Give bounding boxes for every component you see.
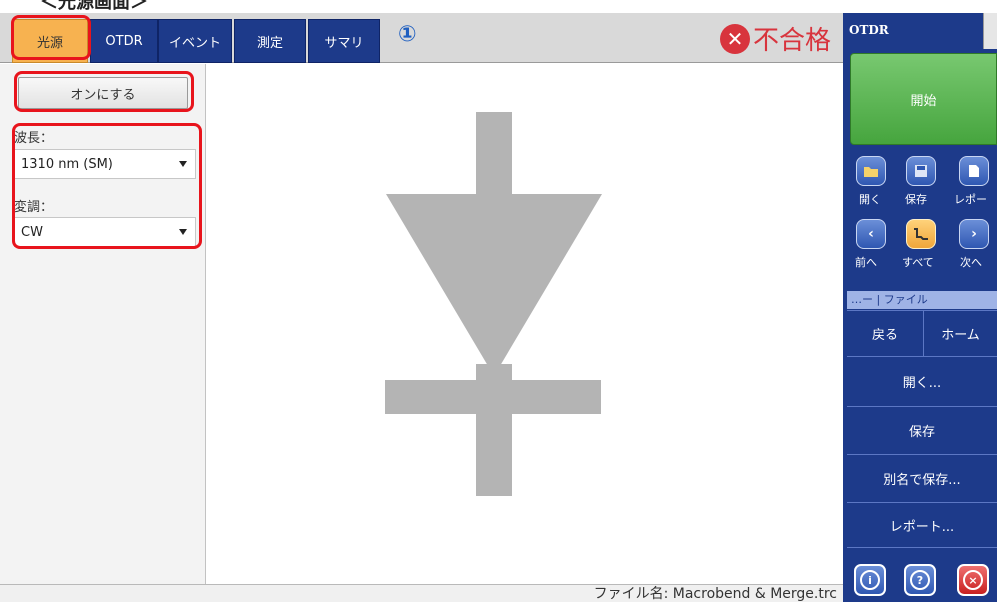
tab-bar: 光源 OTDR イベント 測定 サマリ ✕ 不合格 xyxy=(0,13,843,63)
report-button[interactable]: レポート... xyxy=(847,502,997,548)
wavelength-select[interactable]: 1310 nm (SM) xyxy=(14,149,196,179)
close-icon: × xyxy=(963,570,983,590)
next-label: 次へ xyxy=(960,256,982,269)
tab-summary[interactable]: サマリ xyxy=(308,19,380,63)
help-button[interactable]: ? xyxy=(904,564,936,596)
file-section-header: …ー | ファイル xyxy=(847,291,997,309)
help-icon: ? xyxy=(910,570,930,590)
modulation-label: 変調： xyxy=(14,200,54,215)
sidebar-title: OTDR xyxy=(849,23,889,37)
result-status-text: 不合格 xyxy=(752,26,831,56)
open-file-button[interactable]: 開く... xyxy=(847,356,997,406)
result-status: ✕ 不合格 xyxy=(719,20,831,57)
info-icon: i xyxy=(860,570,880,590)
screen-caption: ＜光源画面＞ xyxy=(40,0,148,13)
fail-x-icon: ✕ xyxy=(719,23,750,54)
all-traces-icon[interactable] xyxy=(906,219,936,249)
start-button[interactable]: 開始 xyxy=(850,53,997,145)
save-file-button[interactable]: 保存 xyxy=(847,406,997,454)
turn-on-button[interactable]: オンにする xyxy=(18,77,188,109)
home-button[interactable]: ホーム xyxy=(924,310,997,356)
tab-measure[interactable]: 測定 xyxy=(234,19,306,63)
open-folder-icon[interactable] xyxy=(856,156,886,186)
tab-light-source[interactable]: 光源 xyxy=(12,19,88,63)
sidebar-corner-icon xyxy=(983,13,997,49)
tab-otdr[interactable]: OTDR xyxy=(90,19,158,63)
modulation-value: CW xyxy=(21,224,43,240)
wavelength-label: 波長： xyxy=(14,131,54,146)
report-short-label: レポー xyxy=(954,193,987,206)
tab-events[interactable]: イベント xyxy=(158,19,232,63)
file-name-text: ファイル名: Macrobend & Merge.trc xyxy=(593,586,837,602)
light-source-settings-panel: オンにする 波長： 1310 nm (SM) 変調： CW xyxy=(0,64,206,584)
status-bar: ファイル名: Macrobend & Merge.trc xyxy=(0,584,843,602)
save-disk-icon[interactable] xyxy=(906,156,936,186)
light-source-display-area xyxy=(206,64,843,584)
previous-label: 前へ xyxy=(855,256,877,269)
wavelength-value: 1310 nm (SM) xyxy=(21,156,113,172)
save-as-button[interactable]: 別名で保存... xyxy=(847,454,997,502)
all-label: すべて xyxy=(902,256,934,269)
report-icon[interactable] xyxy=(959,156,989,186)
chevron-down-icon xyxy=(179,229,187,235)
callout-number-1: ① xyxy=(398,22,417,47)
laser-diode-icon xyxy=(385,112,602,496)
modulation-select[interactable]: CW xyxy=(14,217,196,247)
save-label: 保存 xyxy=(905,193,927,206)
chevron-down-icon xyxy=(179,161,187,167)
right-sidebar: OTDR 開始 開く 保存 レポー ‹ › 前へ すべて 次へ …ー | ファイ… xyxy=(843,13,997,602)
next-icon[interactable]: › xyxy=(959,219,989,249)
otdr-light-source-screen: ＜光源画面＞ 光源 OTDR イベント 測定 サマリ ✕ 不合格 ① オンにする… xyxy=(0,0,997,602)
previous-icon[interactable]: ‹ xyxy=(856,219,886,249)
back-button[interactable]: 戻る xyxy=(847,310,924,356)
open-label: 開く xyxy=(859,193,881,206)
close-button[interactable]: × xyxy=(957,564,989,596)
info-button[interactable]: i xyxy=(854,564,886,596)
